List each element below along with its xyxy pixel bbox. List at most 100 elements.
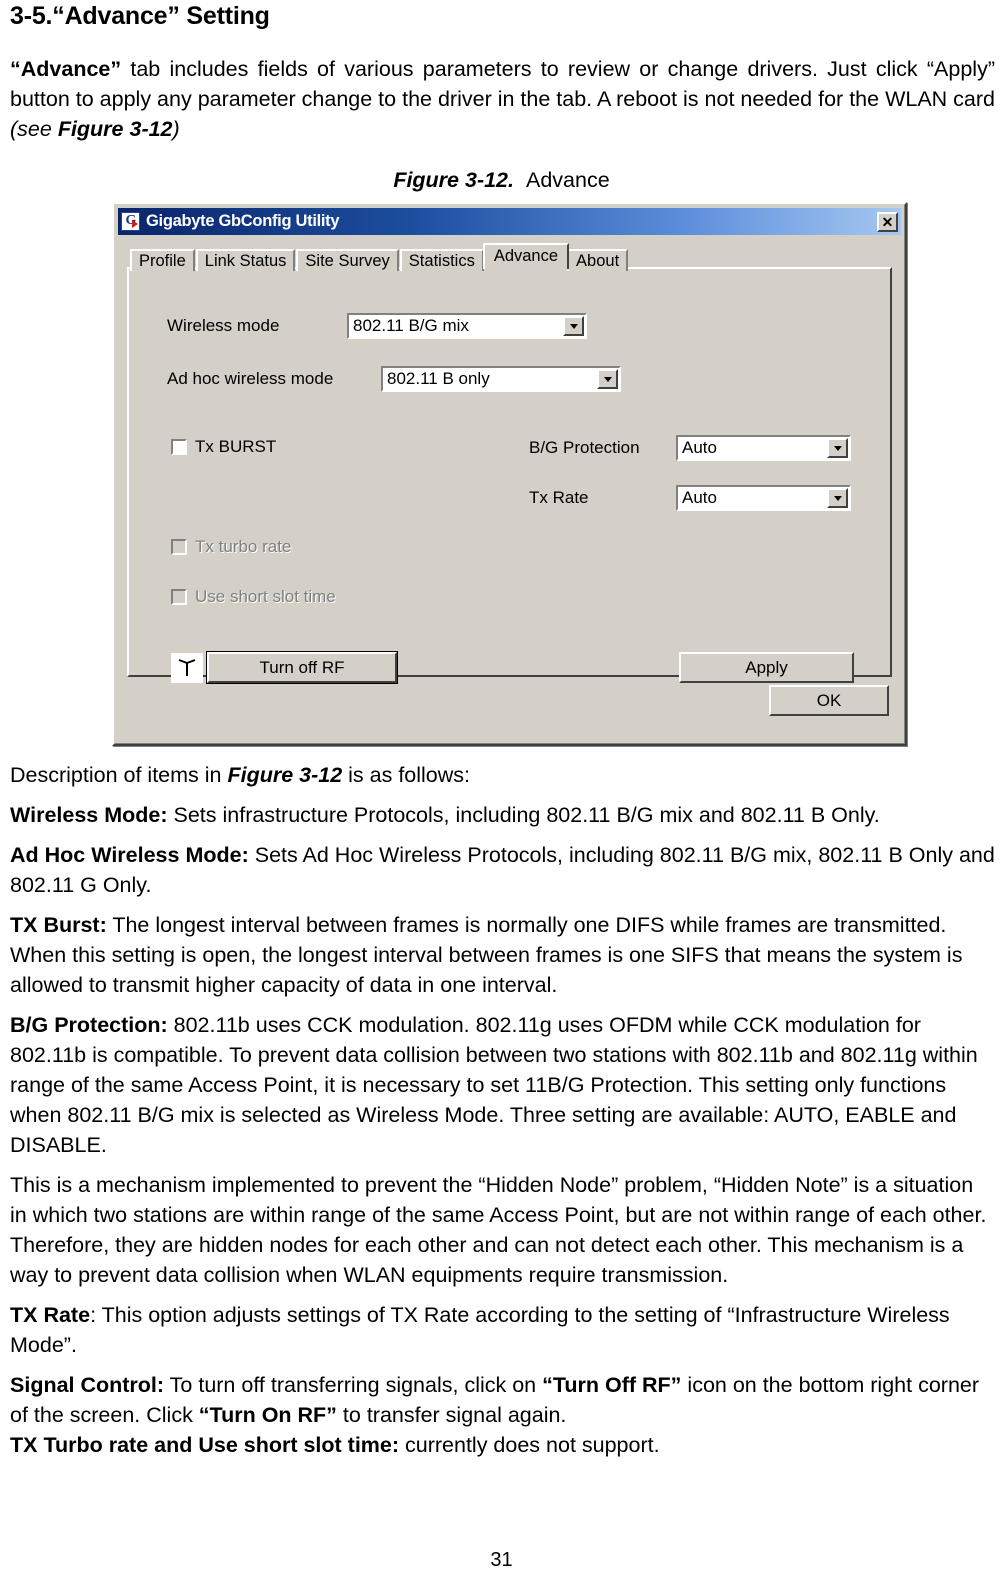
gigabyte-logo-icon: G: [121, 212, 140, 231]
wireless-mode-label: Wireless mode: [167, 316, 280, 335]
bg-protection-value: Auto: [682, 438, 717, 457]
tx-rate-row: Tx Rate Auto: [529, 485, 851, 511]
window-title: Gigabyte GbConfig Utility: [146, 212, 340, 230]
chevron-down-icon[interactable]: [827, 488, 848, 508]
apply-group: Apply: [679, 652, 854, 683]
bg-protection-label: B/G Protection: [529, 438, 640, 457]
item-term: Ad Hoc Wireless Mode:: [10, 843, 249, 867]
close-button[interactable]: ✕: [877, 211, 898, 232]
intro-rest: tab includes fields of various parameter…: [10, 57, 995, 111]
desc-intro-figure-ref: Figure 3-12: [227, 763, 343, 787]
bg-protection-row: B/G Protection Auto: [529, 435, 851, 461]
window-client-area: Profile Link Status Site Survey Statisti…: [118, 235, 901, 740]
wireless-mode-row: Wireless mode 802.11 B/G mix: [167, 313, 587, 339]
item-term: TX Rate: [10, 1303, 91, 1327]
item-text: Sets infrastructure Protocols, including…: [167, 803, 880, 827]
tx-turbo-rate-checkbox-row[interactable]: Tx turbo rate: [171, 537, 291, 557]
item-wireless-mode: Wireless Mode: Sets infrastructure Proto…: [8, 800, 995, 830]
tab-link-status[interactable]: Link Status: [195, 249, 296, 271]
adhoc-wireless-mode-select[interactable]: 802.11 B only: [381, 366, 621, 392]
item-text: The longest interval between frames is n…: [10, 913, 963, 997]
tab-statistics[interactable]: Statistics: [399, 249, 484, 271]
tx-burst-checkbox[interactable]: [171, 439, 187, 455]
dialog-footer: OK: [127, 677, 892, 731]
intro-figure-ref: Figure 3-12: [57, 117, 173, 141]
item-text: : This option adjusts settings of TX Rat…: [10, 1303, 950, 1357]
adhoc-wireless-mode-value: 802.11 B only: [387, 369, 490, 388]
figure-label: Advance: [526, 168, 610, 192]
item-term: B/G Protection:: [10, 1013, 168, 1037]
antenna-icon: [171, 652, 203, 683]
intro-see-prefix: (see: [10, 117, 58, 141]
item-signal-control: Signal Control: To turn off transferring…: [8, 1370, 995, 1430]
tx-rate-select[interactable]: Auto: [676, 485, 851, 511]
close-icon: ✕: [881, 213, 894, 230]
window-titlebar: G Gigabyte GbConfig Utility ✕: [118, 208, 901, 235]
item-term: Wireless Mode:: [10, 803, 168, 827]
item-bg-protection: B/G Protection: 802.11b uses CCK modulat…: [8, 1010, 995, 1160]
figure-number: Figure 3-12.: [393, 168, 514, 192]
chevron-down-icon[interactable]: [827, 438, 848, 458]
signal-part3: to transfer signal again.: [336, 1403, 567, 1427]
wireless-mode-select[interactable]: 802.11 B/G mix: [347, 313, 587, 339]
description-intro: Description of items in Figure 3-12 is a…: [8, 760, 995, 790]
bg-protection-select[interactable]: Auto: [676, 435, 851, 461]
tx-burst-label: Tx BURST: [195, 437, 277, 456]
page-number: 31: [490, 1549, 513, 1571]
use-short-slot-time-label: Use short slot time: [195, 587, 336, 606]
tx-turbo-rate-checkbox[interactable]: [171, 539, 187, 555]
item-text: currently does not support.: [399, 1433, 660, 1457]
use-short-slot-time-checkbox[interactable]: [171, 589, 187, 605]
figure-caption: Figure 3-12. Advance: [8, 166, 995, 194]
item-term: TX Burst:: [10, 913, 107, 937]
intro-bold-lead: “Advance”: [10, 57, 122, 81]
turn-off-rf-button[interactable]: Turn off RF: [206, 651, 398, 684]
gbconfig-utility-window: G Gigabyte GbConfig Utility ✕ Profile Li…: [112, 202, 907, 746]
turn-off-rf-emphasis: “Turn Off RF”: [542, 1373, 682, 1397]
adhoc-wireless-mode-label: Ad hoc wireless mode: [167, 369, 334, 388]
use-short-slot-time-checkbox-row[interactable]: Use short slot time: [171, 587, 336, 607]
chevron-down-icon[interactable]: [563, 316, 584, 336]
tab-profile[interactable]: Profile: [130, 249, 195, 271]
tx-burst-checkbox-row[interactable]: Tx BURST: [171, 437, 276, 457]
figure-image: G Gigabyte GbConfig Utility ✕ Profile Li…: [8, 202, 1003, 746]
apply-label: Apply: [745, 657, 788, 677]
document-page: 3-5.“Advance” Setting “Advance” tab incl…: [0, 0, 1003, 1578]
tx-turbo-rate-label: Tx turbo rate: [195, 537, 292, 556]
item-term: Signal Control:: [10, 1373, 165, 1397]
logo-accent: [132, 220, 138, 228]
page-title: 3-5.“Advance” Setting: [10, 2, 270, 30]
item-term: TX Turbo rate and Use short slot time:: [10, 1433, 400, 1457]
tabstrip: Profile Link Status Site Survey Statisti…: [127, 243, 892, 271]
wireless-mode-value: 802.11 B/G mix: [353, 316, 469, 335]
turn-on-rf-emphasis: “Turn On RF”: [198, 1403, 337, 1427]
ok-label: OK: [816, 690, 842, 710]
tab-about[interactable]: About: [567, 249, 629, 271]
hidden-node-paragraph: This is a mechanism implemented to preve…: [10, 1173, 987, 1287]
signal-part1: To turn off transferring signals, click …: [164, 1373, 543, 1397]
advance-tab-panel: Wireless mode 802.11 B/G mix Ad hoc wire…: [127, 267, 892, 684]
turn-off-rf-label: Turn off RF: [259, 657, 345, 677]
desc-intro-suffix: is as follows:: [342, 763, 471, 787]
tab-site-survey[interactable]: Site Survey: [296, 249, 399, 271]
ok-button[interactable]: OK: [769, 685, 889, 716]
desc-intro-prefix: Description of items in: [10, 763, 228, 787]
tab-advance[interactable]: Advance: [482, 243, 570, 269]
item-tx-rate: TX Rate: This option adjusts settings of…: [8, 1300, 995, 1360]
tx-rate-value: Auto: [682, 488, 717, 507]
window-inner-frame: G Gigabyte GbConfig Utility ✕ Profile Li…: [114, 204, 905, 744]
item-adhoc-wireless-mode: Ad Hoc Wireless Mode: Sets Ad Hoc Wirele…: [8, 840, 995, 900]
chevron-down-icon[interactable]: [597, 369, 618, 389]
tx-rate-label: Tx Rate: [529, 488, 589, 507]
apply-button[interactable]: Apply: [679, 652, 854, 683]
intro-paragraph: “Advance” tab includes fields of various…: [8, 54, 995, 144]
